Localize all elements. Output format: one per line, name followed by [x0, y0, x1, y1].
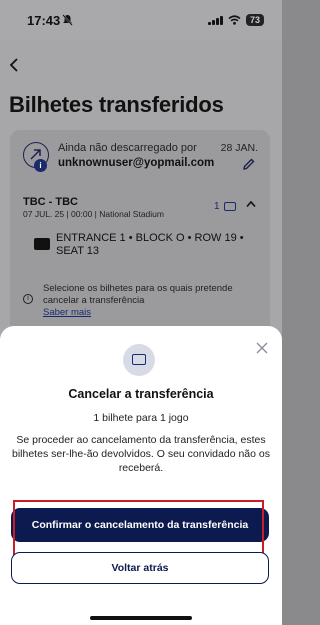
seat-details: ENTRANCE 1 • BLOCK O • ROW 19 • SEAT 13: [56, 232, 244, 257]
go-back-button[interactable]: Voltar atrás: [11, 552, 269, 584]
transferred-tickets-page: Bilhetes transferidos i Ainda não descar…: [0, 40, 282, 360]
wifi-icon: [228, 15, 241, 25]
cancel-transfer-sheet: Cancelar a transferência 1 bilhete para …: [0, 326, 282, 625]
chevron-up-icon[interactable]: [246, 200, 256, 208]
event-name: TBC - TBC: [23, 196, 78, 208]
event-info: 07 JUL. 25 | 00:00 | National Stadium: [23, 209, 164, 219]
ticket-count: 1: [214, 201, 220, 212]
sheet-subtitle: 1 bilhete para 1 jogo: [93, 412, 189, 424]
info-icon: i: [34, 159, 47, 172]
back-arrow-icon[interactable]: [7, 57, 21, 73]
edit-pencil-icon[interactable]: [242, 157, 256, 171]
cancel-transfer-icon: [123, 344, 155, 376]
battery-indicator: 73: [245, 14, 264, 26]
page-title: Bilhetes transferidos: [9, 92, 224, 117]
sheet-title: Cancelar a transferência: [68, 387, 214, 401]
signal-icon: [208, 15, 223, 25]
transfer-status: Ainda não descarregado por: [58, 142, 197, 154]
close-icon[interactable]: [256, 342, 268, 354]
learn-more-link[interactable]: Saber mais: [43, 307, 91, 318]
recipient-email: unknownuser@yopmail.com: [58, 157, 215, 169]
info-icon: i: [23, 294, 33, 304]
ticket-icon: [224, 202, 236, 211]
transfer-date: 28 JAN.: [220, 142, 258, 154]
highlight-box: [13, 500, 264, 557]
status-time: 17:43: [27, 13, 61, 28]
helper-text: Selecione os bilhetes para os quais pret…: [43, 283, 233, 306]
status-bar: 17:43 73: [0, 0, 282, 40]
sheet-body-text: Se proceder ao cancelamento da transferê…: [12, 434, 270, 474]
bell-muted-icon: [62, 14, 73, 26]
home-indicator[interactable]: [90, 616, 192, 620]
ticket-icon: [34, 238, 50, 250]
